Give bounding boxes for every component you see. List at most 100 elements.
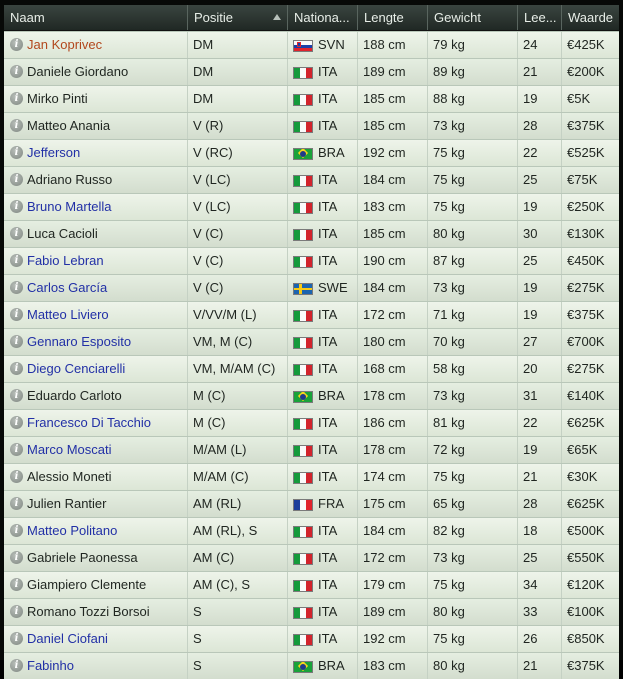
player-row[interactable]: i Alessio Moneti M/AM (C) ITA 174 cm 75 kg 21 €… (4, 463, 619, 490)
player-row[interactable]: i Romano Tozzi Borsoi S ITA 189 cm 80 kg 33 €10… (4, 598, 619, 625)
player-row[interactable]: i Fabio Lebran V (C) ITA 190 cm 87 kg 25 €450K (4, 247, 619, 274)
player-nationality: ITA (318, 334, 338, 349)
player-row[interactable]: i Daniel Ciofani S ITA 192 cm 75 kg 26 €850K (4, 625, 619, 652)
player-name[interactable]: Carlos García (27, 275, 185, 300)
info-icon[interactable]: i (10, 146, 23, 159)
player-row[interactable]: i Marco Moscati M/AM (L) ITA 178 cm 72 kg 19 €6… (4, 436, 619, 463)
column-header-lengte[interactable]: Lengte (357, 5, 427, 30)
player-weight: 75 kg (433, 145, 465, 160)
column-divider (517, 113, 518, 139)
info-icon[interactable]: i (10, 416, 23, 429)
info-icon[interactable]: i (10, 65, 23, 78)
info-icon[interactable]: i (10, 551, 23, 564)
player-row[interactable]: i Gabriele Paonessa AM (C) ITA 172 cm 73 kg 25… (4, 544, 619, 571)
info-icon[interactable]: i (10, 200, 23, 213)
info-icon[interactable]: i (10, 38, 23, 51)
player-row[interactable]: i Luca Cacioli V (C) ITA 185 cm 80 kg 30 €130K (4, 220, 619, 247)
player-row[interactable]: i Carlos García V (C) SWE 184 cm 73 kg 19 €275K (4, 274, 619, 301)
info-icon[interactable]: i (10, 524, 23, 537)
info-icon[interactable]: i (10, 632, 23, 645)
column-divider (517, 572, 518, 598)
player-position: M/AM (L) (193, 442, 247, 457)
player-nationality: ITA (318, 604, 338, 619)
player-value: €700K (567, 334, 605, 349)
player-row[interactable]: i Bruno Martella V (LC) ITA 183 cm 75 kg 19 €25… (4, 193, 619, 220)
column-divider (517, 356, 518, 382)
info-icon[interactable]: i (10, 227, 23, 240)
player-row[interactable]: i Daniele Giordano DM ITA 189 cm 89 kg 21 €200K (4, 58, 619, 85)
player-value: €375K (567, 118, 605, 133)
player-name[interactable]: Diego Cenciarelli (27, 356, 185, 381)
info-icon[interactable]: i (10, 578, 23, 591)
player-row[interactable]: i Matteo Anania V (R) ITA 185 cm 73 kg 28 €375K (4, 112, 619, 139)
player-name[interactable]: Jan Koprivec (27, 32, 185, 57)
player-row[interactable]: i Diego Cenciarelli VM, M/AM (C) ITA 168 cm 5… (4, 355, 619, 382)
column-divider (287, 167, 288, 193)
player-position: V (R) (193, 118, 224, 133)
info-icon[interactable]: i (10, 605, 23, 618)
player-name[interactable]: Matteo Politano (27, 518, 185, 543)
player-nationality: FRA (318, 496, 344, 511)
player-age: 22 (523, 415, 538, 430)
player-value: €850K (567, 631, 605, 646)
column-header-label: Lee... (524, 10, 557, 25)
column-header-gewicht[interactable]: Gewicht (427, 5, 517, 30)
info-icon[interactable]: i (10, 119, 23, 132)
player-name[interactable]: Fabio Lebran (27, 248, 185, 273)
player-row[interactable]: i Jan Koprivec DM SVN 188 cm 79 kg 24 €425K (4, 31, 619, 58)
column-header-label: Naam (10, 10, 45, 25)
player-row[interactable]: i Giampiero Clemente AM (C), S ITA 179 cm 75 … (4, 571, 619, 598)
column-header-naam[interactable]: Naam (4, 5, 187, 30)
player-position: DM (193, 37, 214, 52)
info-icon[interactable]: i (10, 470, 23, 483)
column-divider (357, 545, 358, 571)
player-row[interactable]: i Fabinho S BRA 183 cm 80 kg 21 €375K (4, 652, 619, 679)
info-icon[interactable]: i (10, 92, 23, 105)
player-row[interactable]: i Julien Rantier AM (RL) FRA 175 cm 65 kg 28 €6… (4, 490, 619, 517)
info-icon[interactable]: i (10, 362, 23, 375)
player-weight: 58 kg (433, 361, 465, 376)
player-name[interactable]: Fabinho (27, 653, 185, 678)
column-divider (287, 518, 288, 544)
player-value: €5K (567, 91, 591, 106)
player-name[interactable]: Daniel Ciofani (27, 626, 185, 651)
player-name[interactable]: Gennaro Esposito (27, 329, 185, 354)
player-name[interactable]: Jefferson (27, 140, 185, 165)
column-divider (517, 32, 518, 58)
player-row[interactable]: i Gennaro Esposito VM, M (C) ITA 180 cm 70 kg… (4, 328, 619, 355)
column-header-leeftijd[interactable]: Lee... (517, 5, 561, 30)
player-height: 184 cm (363, 280, 406, 295)
player-name[interactable]: Bruno Martella (27, 194, 185, 219)
info-icon[interactable]: i (10, 443, 23, 456)
info-icon[interactable]: i (10, 497, 23, 510)
column-divider (187, 140, 188, 166)
player-weight: 73 kg (433, 118, 465, 133)
column-divider (517, 194, 518, 220)
player-row[interactable]: i Adriano Russo V (LC) ITA 184 cm 75 kg 25 €75K (4, 166, 619, 193)
column-header-nationaliteit[interactable]: Nationa... (287, 5, 357, 30)
player-row[interactable]: i Francesco Di Tacchio M (C) ITA 186 cm 81 kg… (4, 409, 619, 436)
info-icon[interactable]: i (10, 389, 23, 402)
info-icon[interactable]: i (10, 659, 23, 672)
column-header-waarde[interactable]: Waarde (561, 5, 619, 30)
player-name[interactable]: Marco Moscati (27, 437, 185, 462)
player-position: VM, M (C) (193, 334, 253, 349)
info-icon[interactable]: i (10, 308, 23, 321)
player-nationality: ITA (318, 442, 338, 457)
player-row[interactable]: i Matteo Liviero V/VV/M (L) ITA 172 cm 71 kg 1… (4, 301, 619, 328)
info-icon[interactable]: i (10, 281, 23, 294)
player-row[interactable]: i Mirko Pinti DM ITA 185 cm 88 kg 19 €5K (4, 85, 619, 112)
player-name[interactable]: Francesco Di Tacchio (27, 410, 185, 435)
player-name[interactable]: Matteo Liviero (27, 302, 185, 327)
column-divider (187, 437, 188, 463)
player-height: 190 cm (363, 253, 406, 268)
player-row[interactable]: i Jefferson V (RC) BRA 192 cm 75 kg 22 €525K (4, 139, 619, 166)
player-row[interactable]: i Eduardo Carloto M (C) BRA 178 cm 73 kg 31 €14… (4, 382, 619, 409)
player-row[interactable]: i Matteo Politano AM (RL), S ITA 184 cm 82 kg… (4, 517, 619, 544)
info-icon[interactable]: i (10, 254, 23, 267)
info-icon[interactable]: i (10, 335, 23, 348)
flag-ita-icon (293, 364, 313, 376)
player-value: €450K (567, 253, 605, 268)
column-header-positie[interactable]: Positie (187, 5, 287, 30)
info-icon[interactable]: i (10, 173, 23, 186)
